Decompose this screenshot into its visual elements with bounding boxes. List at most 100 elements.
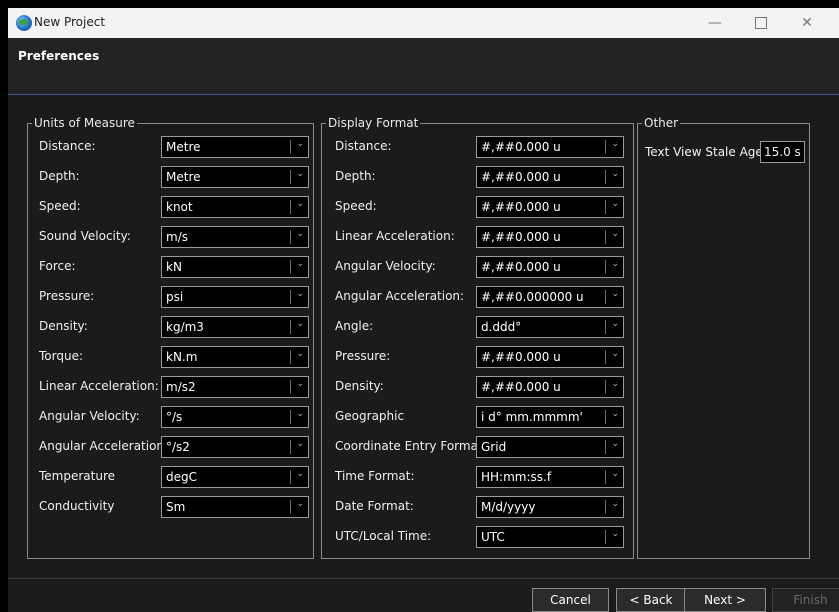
dropdown-separator	[290, 170, 291, 184]
chevron-down-icon: ⌄	[296, 409, 304, 419]
display-dropdown-value: #,##0.000 u	[481, 230, 561, 244]
units-dropdown[interactable]: kg/m3 ⌄	[161, 316, 309, 338]
dropdown-separator	[605, 290, 606, 304]
close-icon: ✕	[801, 15, 813, 31]
chevron-down-icon: ⌄	[296, 139, 304, 149]
display-dropdown[interactable]: i d° mm.mmmm' ⌄	[476, 406, 624, 428]
display-label: Pressure:	[335, 349, 391, 363]
dropdown-separator	[605, 500, 606, 514]
globe-icon	[16, 15, 32, 31]
units-dropdown[interactable]: °/s2 ⌄	[161, 436, 309, 458]
chevron-down-icon: ⌄	[611, 199, 619, 209]
display-dropdown[interactable]: HH:mm:ss.f ⌄	[476, 466, 624, 488]
display-label: UTC/Local Time:	[335, 529, 432, 543]
display-dropdown[interactable]: #,##0.000 u ⌄	[476, 226, 624, 248]
stale-age-value: 15.0 s	[764, 145, 801, 159]
units-dropdown-value: °/s2	[166, 440, 190, 454]
display-label: Speed:	[335, 199, 377, 213]
units-dropdown-value: kN.m	[166, 350, 198, 364]
chevron-down-icon: ⌄	[611, 229, 619, 239]
units-dropdown-value: degC	[166, 470, 197, 484]
chevron-down-icon: ⌄	[296, 469, 304, 479]
dropdown-separator	[605, 410, 606, 424]
display-dropdown[interactable]: Grid ⌄	[476, 436, 624, 458]
display-dropdown-value: M/d/yyyy	[481, 500, 536, 514]
display-dropdown-value: d.ddd°	[481, 320, 522, 334]
chevron-down-icon: ⌄	[611, 499, 619, 509]
back-button[interactable]: < Back	[616, 588, 686, 612]
units-dropdown[interactable]: °/s ⌄	[161, 406, 309, 428]
chevron-down-icon: ⌄	[611, 529, 619, 539]
close-button[interactable]: ✕	[784, 8, 830, 38]
units-dropdown[interactable]: Sm ⌄	[161, 496, 309, 518]
display-dropdown-value: #,##0.000000 u	[481, 290, 584, 304]
units-dropdown[interactable]: m/s2 ⌄	[161, 376, 309, 398]
units-group-legend: Units of Measure	[34, 116, 135, 130]
dropdown-separator	[605, 230, 606, 244]
units-label: Depth:	[39, 169, 80, 183]
display-dropdown-value: #,##0.000 u	[481, 260, 561, 274]
display-dropdown-value: i d° mm.mmmm'	[481, 410, 583, 424]
display-dropdown-value: HH:mm:ss.f	[481, 470, 552, 484]
dropdown-separator	[605, 140, 606, 154]
dropdown-separator	[290, 200, 291, 214]
next-button[interactable]: Next >	[684, 588, 766, 612]
display-dropdown[interactable]: #,##0.000 u ⌄	[476, 166, 624, 188]
display-label: Distance:	[335, 139, 392, 153]
chevron-down-icon: ⌄	[611, 289, 619, 299]
display-dropdown[interactable]: #,##0.000 u ⌄	[476, 346, 624, 368]
title-bar: New Project — ✕	[8, 8, 839, 38]
minimize-button[interactable]: —	[692, 8, 738, 38]
units-dropdown[interactable]: kN.m ⌄	[161, 346, 309, 368]
maximize-button[interactable]	[738, 8, 784, 38]
display-dropdown[interactable]: #,##0.000 u ⌄	[476, 136, 624, 158]
units-label: Angular Velocity:	[39, 409, 140, 423]
finish-button: Finish	[772, 588, 839, 612]
dropdown-separator	[605, 530, 606, 544]
display-group-legend: Display Format	[328, 116, 419, 130]
units-dropdown[interactable]: kN ⌄	[161, 256, 309, 278]
units-dropdown[interactable]: knot ⌄	[161, 196, 309, 218]
units-label: Temperature	[39, 469, 116, 483]
dropdown-separator	[605, 350, 606, 364]
other-group: Other	[637, 116, 810, 559]
display-dropdown-value: #,##0.000 u	[481, 350, 561, 364]
display-dropdown[interactable]: #,##0.000000 u ⌄	[476, 286, 624, 308]
display-dropdown[interactable]: #,##0.000 u ⌄	[476, 256, 624, 278]
units-dropdown[interactable]: Metre ⌄	[161, 166, 309, 188]
display-dropdown-value: #,##0.000 u	[481, 170, 561, 184]
chevron-down-icon: ⌄	[296, 229, 304, 239]
dropdown-separator	[605, 320, 606, 334]
units-label: Density:	[39, 319, 88, 333]
cancel-button[interactable]: Cancel	[532, 588, 609, 612]
units-dropdown-value: m/s	[166, 230, 188, 244]
dropdown-separator	[290, 350, 291, 364]
display-label: Linear Acceleration:	[335, 229, 455, 243]
display-label: Angle:	[335, 319, 374, 333]
chevron-down-icon: ⌄	[611, 349, 619, 359]
units-dropdown-value: °/s	[166, 410, 183, 424]
units-dropdown[interactable]: m/s ⌄	[161, 226, 309, 248]
display-dropdown[interactable]: d.ddd° ⌄	[476, 316, 624, 338]
chevron-down-icon: ⌄	[611, 379, 619, 389]
chevron-down-icon: ⌄	[611, 169, 619, 179]
units-dropdown[interactable]: degC ⌄	[161, 466, 309, 488]
units-dropdown-value: knot	[166, 200, 193, 214]
display-label: Geographic	[335, 409, 405, 423]
chevron-down-icon: ⌄	[296, 499, 304, 509]
dropdown-separator	[290, 140, 291, 154]
display-dropdown[interactable]: #,##0.000 u ⌄	[476, 376, 624, 398]
display-dropdown[interactable]: M/d/yyyy ⌄	[476, 496, 624, 518]
units-dropdown-value: Sm	[166, 500, 186, 514]
stale-age-input[interactable]: 15.0 s	[760, 141, 805, 163]
units-label: Sound Velocity:	[39, 229, 131, 243]
units-label: Linear Acceleration:	[39, 379, 159, 393]
display-label: Density:	[335, 379, 384, 393]
units-dropdown[interactable]: psi ⌄	[161, 286, 309, 308]
display-dropdown[interactable]: #,##0.000 u ⌄	[476, 196, 624, 218]
chevron-down-icon: ⌄	[611, 259, 619, 269]
chevron-down-icon: ⌄	[296, 379, 304, 389]
display-dropdown[interactable]: UTC ⌄	[476, 526, 624, 548]
units-dropdown[interactable]: Metre ⌄	[161, 136, 309, 158]
display-label: Angular Velocity:	[335, 259, 436, 273]
